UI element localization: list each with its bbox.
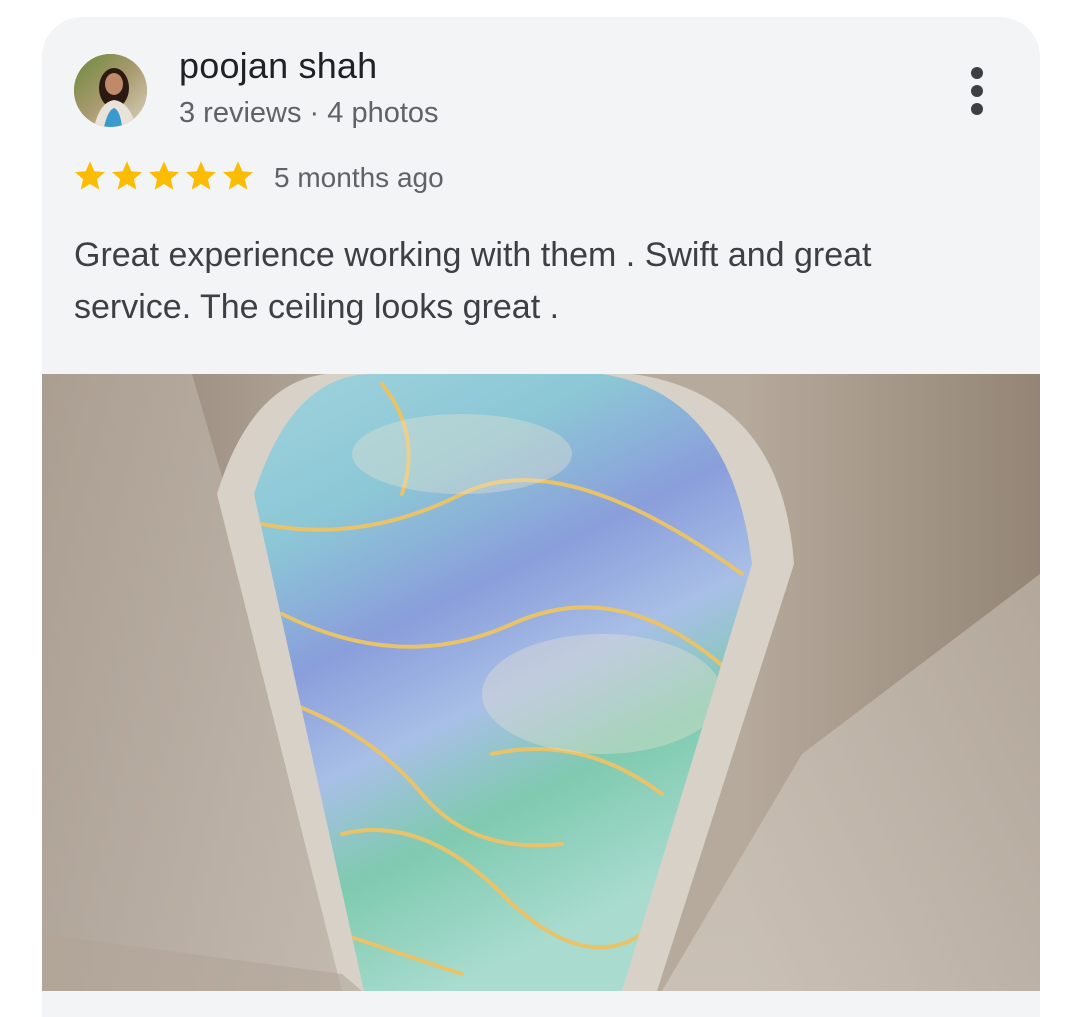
star-rating [72,158,256,194]
author-meta: 3 reviews · 4 photos [179,97,439,129]
author-avatar[interactable] [74,54,147,127]
more-vert-icon [971,67,983,115]
star-icon [149,161,179,190]
review-text: Great experience working with them . Swi… [74,236,872,326]
review-card: poojan shah 3 reviews · 4 photos 5 month… [42,17,1040,1017]
star-icon [112,161,142,190]
review-photo[interactable] [42,373,1040,991]
star-icon [223,161,253,190]
star-icon [75,161,105,190]
review-time: 5 months ago [274,162,444,193]
star-icon [186,161,216,190]
more-options-button[interactable] [957,63,997,119]
author-name[interactable]: poojan shah [179,45,377,87]
